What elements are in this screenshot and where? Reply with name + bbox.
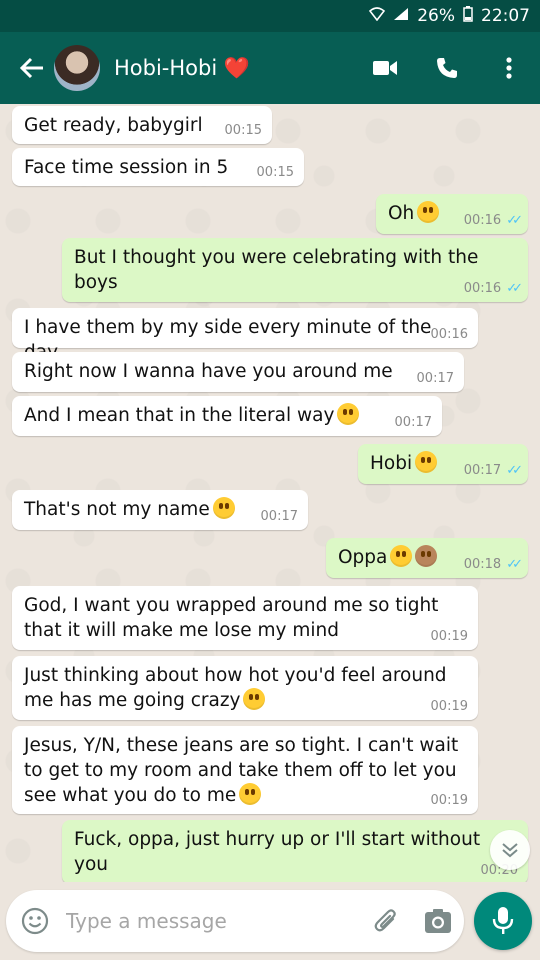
emoji-icon[interactable] [6, 907, 64, 935]
message-time: 00:17 [260, 509, 298, 524]
message-bubble[interactable]: Fuck, oppa, just hurry up or I'll start … [62, 820, 528, 882]
message-time: 00:17 [416, 371, 454, 386]
message-bubble[interactable]: Face time session in 5 00:15 [12, 148, 304, 186]
read-ticks-icon: ✓✓ [506, 213, 523, 228]
avatar[interactable] [54, 45, 100, 91]
flushed-emoji-icon [415, 451, 438, 473]
message-bubble[interactable]: Get ready, babygirl 00:15 [12, 106, 272, 144]
message-text: Just thinking about how hot you'd feel a… [24, 665, 447, 711]
message-bubble[interactable]: And I mean that in the literal way 00:17 [12, 396, 442, 436]
back-arrow-icon[interactable] [8, 56, 56, 80]
message-text: Face time session in 5 [24, 157, 229, 178]
contact-name[interactable]: Hobi-Hobi ❤️ [114, 56, 354, 81]
message-bubble[interactable]: Jesus, Y/N, these jeans are so tight. I … [12, 726, 478, 814]
wifi-icon [369, 7, 386, 25]
attach-icon[interactable] [360, 907, 412, 935]
message-time: 00:15 [256, 165, 294, 180]
message-time: 00:16 [430, 327, 468, 342]
message-text: Fuck, oppa, just hurry up or I'll start … [74, 829, 481, 875]
message-input[interactable] [64, 908, 360, 934]
message-bubble[interactable]: That's not my name 00:17 [12, 490, 308, 530]
message-text: And I mean that in the literal way [24, 405, 335, 426]
more-vert-icon[interactable] [478, 57, 540, 79]
camera-icon[interactable] [412, 908, 464, 934]
message-bubble[interactable]: I have them by my side every minute of t… [12, 308, 478, 363]
message-text: Oppa [338, 547, 388, 568]
message-bubble[interactable]: Oh 00:16 ✓✓ [376, 194, 528, 234]
message-time: 00:15 [224, 123, 262, 138]
message-bubble[interactable]: Oppa 00:18 ✓✓ [326, 538, 528, 578]
signal-icon [393, 7, 409, 25]
message-text: God, I want you wrapped around me so tig… [24, 595, 439, 641]
message-bubble[interactable]: Just thinking about how hot you'd feel a… [12, 656, 478, 720]
message-time: 00:19 [430, 699, 468, 714]
mic-icon[interactable] [474, 892, 532, 950]
message-bubble[interactable]: Hobi 00:17 ✓✓ [358, 444, 528, 484]
persevere-emoji-icon [390, 545, 413, 567]
persevere-emoji-icon [243, 688, 266, 710]
read-ticks-icon: ✓✓ [506, 463, 523, 478]
message-time: 00:18 [463, 557, 502, 572]
chat-header: Hobi-Hobi ❤️ [0, 32, 540, 104]
battery-icon [463, 6, 473, 26]
see-no-evil-monkey-icon [415, 545, 438, 567]
message-time: 00:17 [394, 415, 432, 430]
message-text: Oh [388, 203, 415, 224]
message-bubble[interactable]: Right now I wanna have you around me 00:… [12, 352, 464, 392]
message-bubble[interactable]: But I thought you were celebrating with … [62, 238, 528, 302]
message-text: Hobi [370, 453, 413, 474]
message-time: 00:19 [430, 793, 468, 808]
scroll-down-icon[interactable] [490, 830, 530, 870]
video-call-icon[interactable] [354, 59, 416, 77]
flushed-emoji-icon [417, 201, 440, 223]
read-ticks-icon: ✓✓ [506, 557, 523, 572]
clock: 22:07 [481, 6, 530, 26]
phone-icon[interactable] [416, 56, 478, 80]
message-text: Get ready, babygirl [24, 115, 203, 136]
message-time: 00:17 [463, 463, 502, 478]
message-list[interactable]: Get ready, babygirl 00:15 Face time sess… [0, 104, 540, 882]
message-time: 00:16 [463, 213, 502, 228]
message-composer [6, 890, 464, 952]
message-time: 00:16 [463, 281, 502, 296]
tired-emoji-icon [239, 783, 262, 805]
smirk-emoji-icon [212, 497, 235, 519]
battery-percent: 26% [417, 6, 455, 26]
message-text: That's not my name [24, 499, 210, 520]
message-time: 00:19 [430, 629, 468, 644]
message-text: But I thought you were celebrating with … [74, 247, 479, 293]
message-bubble[interactable]: God, I want you wrapped around me so tig… [12, 586, 478, 650]
status-bar: 26% 22:07 [0, 0, 540, 32]
tired-emoji-icon [337, 403, 360, 425]
read-ticks-icon: ✓✓ [506, 281, 523, 296]
message-text: Right now I wanna have you around me [24, 361, 393, 382]
